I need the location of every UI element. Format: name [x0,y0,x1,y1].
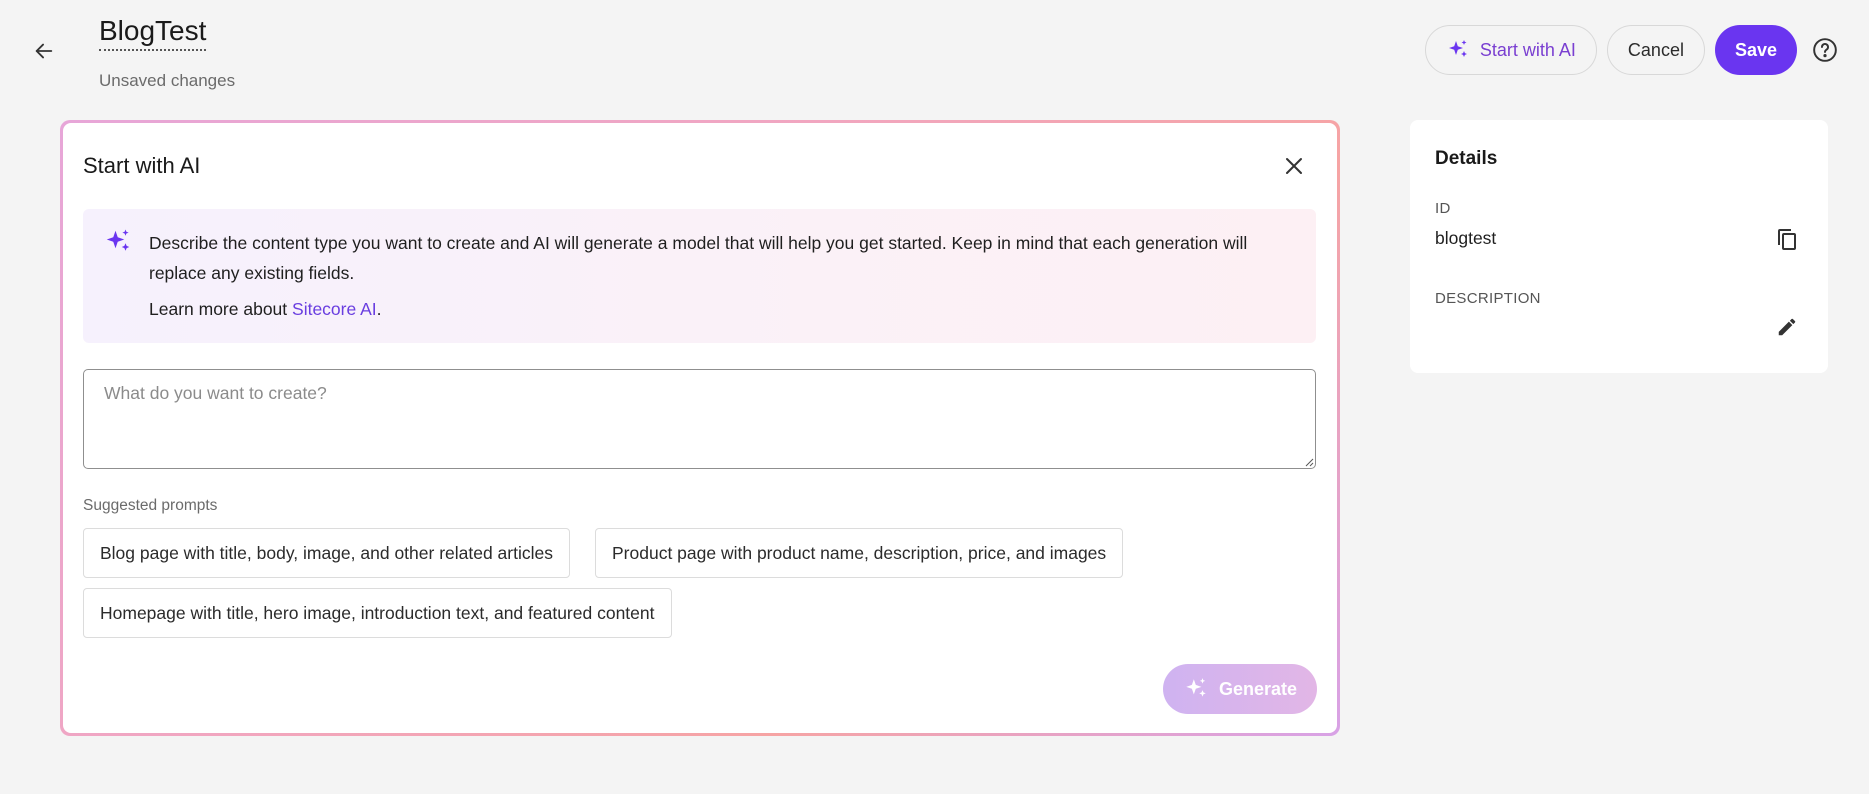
pencil-icon [1778,318,1796,336]
start-with-ai-button[interactable]: Start with AI [1424,25,1597,75]
suggested-prompt-chip[interactable]: Product page with product name, descript… [595,528,1124,578]
start-with-ai-label: Start with AI [1479,39,1576,60]
details-card: Details ID blogtest DESCRIPTION [1410,120,1828,373]
id-label: ID [1435,200,1451,217]
start-with-ai-panel: Start with AI Describe the content type … [63,123,1337,733]
description-label: DESCRIPTION [1435,290,1541,307]
suggested-prompt-chip[interactable]: Blog page with title, body, image, and o… [83,528,570,578]
copy-id-button[interactable] [1771,223,1803,255]
suggested-prompt-chip[interactable]: Homepage with title, hero image, introdu… [83,588,672,638]
resize-grip-icon[interactable] [1304,457,1314,467]
save-button[interactable]: Save [1714,25,1797,75]
id-value: blogtest [1435,228,1497,248]
cancel-button[interactable]: Cancel [1606,25,1705,75]
header-actions: Start with AI Cancel Save [1424,25,1843,75]
details-title: Details [1435,148,1498,169]
learn-more-text: Learn more about Sitecore AI. [149,299,382,320]
ai-info-text: Describe the content type you want to cr… [149,233,1248,283]
unsaved-status: Unsaved changes [99,71,236,90]
page: BlogTest Unsaved changes Start with AI C… [0,0,1869,794]
learn-more-suffix: . [376,299,382,319]
learn-more-prefix: Learn more about [149,299,293,319]
prompt-input[interactable] [83,369,1316,469]
generate-label: Generate [1218,678,1297,699]
close-panel-button[interactable] [1281,153,1307,179]
help-button[interactable] [1807,32,1843,68]
copy-icon [1778,229,1796,250]
arrow-left-icon [35,43,53,59]
edit-description-button[interactable] [1771,311,1803,343]
sitecore-ai-link[interactable]: Sitecore AI [292,299,377,319]
help-circle-icon [1813,38,1837,62]
sparkle-icon [106,229,130,251]
ai-panel-frame: Start with AI Describe the content type … [60,120,1340,736]
suggested-prompts-label: Suggested prompts [83,497,218,514]
panel-title: Start with AI [83,153,201,178]
page-title[interactable]: BlogTest [99,13,207,51]
sparkle-icon [1448,40,1467,57]
back-button[interactable] [26,33,62,69]
cancel-label: Cancel [1627,39,1684,60]
sparkle-icon [1186,678,1206,697]
ai-info-box: Describe the content type you want to cr… [83,209,1316,343]
close-icon [1286,158,1302,174]
save-label: Save [1734,39,1777,60]
generate-button[interactable]: Generate [1162,664,1317,714]
